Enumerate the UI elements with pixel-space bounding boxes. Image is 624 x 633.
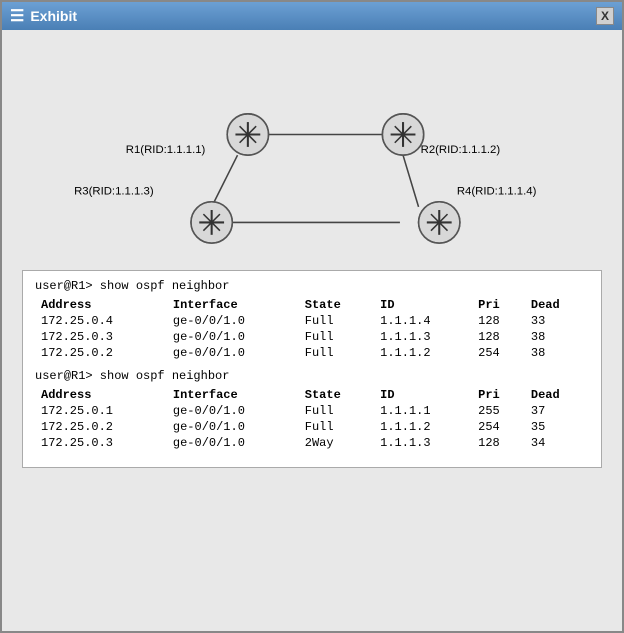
table-cell: ge-0/0/1.0 (167, 329, 299, 345)
table-cell: 33 (525, 313, 589, 329)
table-row: 172.25.0.2ge-0/0/1.0Full1.1.1.225438 (35, 345, 589, 361)
table-cell: ge-0/0/1.0 (167, 419, 299, 435)
router-r4 (419, 202, 460, 243)
r4-label: R4(RID:1.1.1.4) (457, 185, 537, 197)
neighbor-table-1: Address Interface State ID Pri Dead 172.… (35, 297, 589, 361)
router-r1 (227, 114, 268, 155)
table-cell: Full (299, 345, 374, 361)
table-cell: 35 (525, 419, 589, 435)
r1-r3-line (212, 155, 238, 207)
col-interface-1: Interface (167, 297, 299, 313)
router-r2 (382, 114, 423, 155)
col-state-2: State (299, 387, 374, 403)
table-cell: 34 (525, 435, 589, 451)
table-cell: 2Way (299, 435, 374, 451)
exhibit-window: ☰ Exhibit X (0, 0, 624, 633)
ospf-tables: user@R1> show ospf neighbor Address Inte… (22, 270, 602, 468)
table-cell: 128 (472, 329, 525, 345)
table-row: 172.25.0.2ge-0/0/1.0Full1.1.1.225435 (35, 419, 589, 435)
title-bar-left: ☰ Exhibit (10, 6, 77, 26)
table-row: 172.25.0.3ge-0/0/1.02Way1.1.1.312834 (35, 435, 589, 451)
ospf-table-2: user@R1> show ospf neighbor Address Inte… (35, 369, 589, 451)
table-cell: 172.25.0.3 (35, 329, 167, 345)
col-interface-2: Interface (167, 387, 299, 403)
table-cell: 172.25.0.1 (35, 403, 167, 419)
table-cell: 38 (525, 329, 589, 345)
col-id-2: ID (374, 387, 472, 403)
app-icon: ☰ (10, 6, 24, 26)
table-cell: Full (299, 329, 374, 345)
table-cell: Full (299, 403, 374, 419)
router-r3 (191, 202, 232, 243)
table-cell: 172.25.0.2 (35, 419, 167, 435)
table-cell: 254 (472, 345, 525, 361)
col-dead-2: Dead (525, 387, 589, 403)
col-address-2: Address (35, 387, 167, 403)
ospf-table-1: user@R1> show ospf neighbor Address Inte… (35, 279, 589, 361)
command-1: user@R1> show ospf neighbor (35, 279, 589, 293)
table-row: 172.25.0.3ge-0/0/1.0Full1.1.1.312838 (35, 329, 589, 345)
table-cell: Full (299, 419, 374, 435)
table-cell: ge-0/0/1.0 (167, 435, 299, 451)
table-cell: 38 (525, 345, 589, 361)
table-cell: ge-0/0/1.0 (167, 345, 299, 361)
col-pri-1: Pri (472, 297, 525, 313)
table-row: 172.25.0.4ge-0/0/1.0Full1.1.1.412833 (35, 313, 589, 329)
col-id-1: ID (374, 297, 472, 313)
content-area: R1(RID:1.1.1.1) R2(RID:1.1.1.2) (2, 30, 622, 631)
network-diagram: R1(RID:1.1.1.1) R2(RID:1.1.1.2) (12, 40, 612, 260)
table-cell: 1.1.1.3 (374, 329, 472, 345)
col-state-1: State (299, 297, 374, 313)
table-cell: 254 (472, 419, 525, 435)
neighbor-table-2: Address Interface State ID Pri Dead 172.… (35, 387, 589, 451)
table-cell: 1.1.1.4 (374, 313, 472, 329)
r2-r4-line (403, 155, 419, 207)
table-cell: 1.1.1.2 (374, 345, 472, 361)
col-address-1: Address (35, 297, 167, 313)
r3-label: R3(RID:1.1.1.3) (74, 185, 154, 197)
table-cell: ge-0/0/1.0 (167, 313, 299, 329)
table-cell: 128 (472, 313, 525, 329)
table-row: 172.25.0.1ge-0/0/1.0Full1.1.1.125537 (35, 403, 589, 419)
table-header-row-1: Address Interface State ID Pri Dead (35, 297, 589, 313)
command-2: user@R1> show ospf neighbor (35, 369, 589, 383)
r2-label: R2(RID:1.1.1.2) (421, 144, 501, 156)
r1-label: R1(RID:1.1.1.1) (126, 144, 206, 156)
table-cell: ge-0/0/1.0 (167, 403, 299, 419)
table-cell: 1.1.1.3 (374, 435, 472, 451)
table-cell: 172.25.0.2 (35, 345, 167, 361)
table-header-row-2: Address Interface State ID Pri Dead (35, 387, 589, 403)
close-button[interactable]: X (596, 7, 614, 25)
table-cell: 255 (472, 403, 525, 419)
table-cell: 37 (525, 403, 589, 419)
window-title: Exhibit (30, 8, 77, 24)
table-cell: 1.1.1.1 (374, 403, 472, 419)
table-cell: 172.25.0.4 (35, 313, 167, 329)
table-cell: Full (299, 313, 374, 329)
table-cell: 172.25.0.3 (35, 435, 167, 451)
table-cell: 128 (472, 435, 525, 451)
table-cell: 1.1.1.2 (374, 419, 472, 435)
col-dead-1: Dead (525, 297, 589, 313)
title-bar: ☰ Exhibit X (2, 2, 622, 30)
diagram-svg: R1(RID:1.1.1.1) R2(RID:1.1.1.2) (12, 40, 612, 260)
col-pri-2: Pri (472, 387, 525, 403)
